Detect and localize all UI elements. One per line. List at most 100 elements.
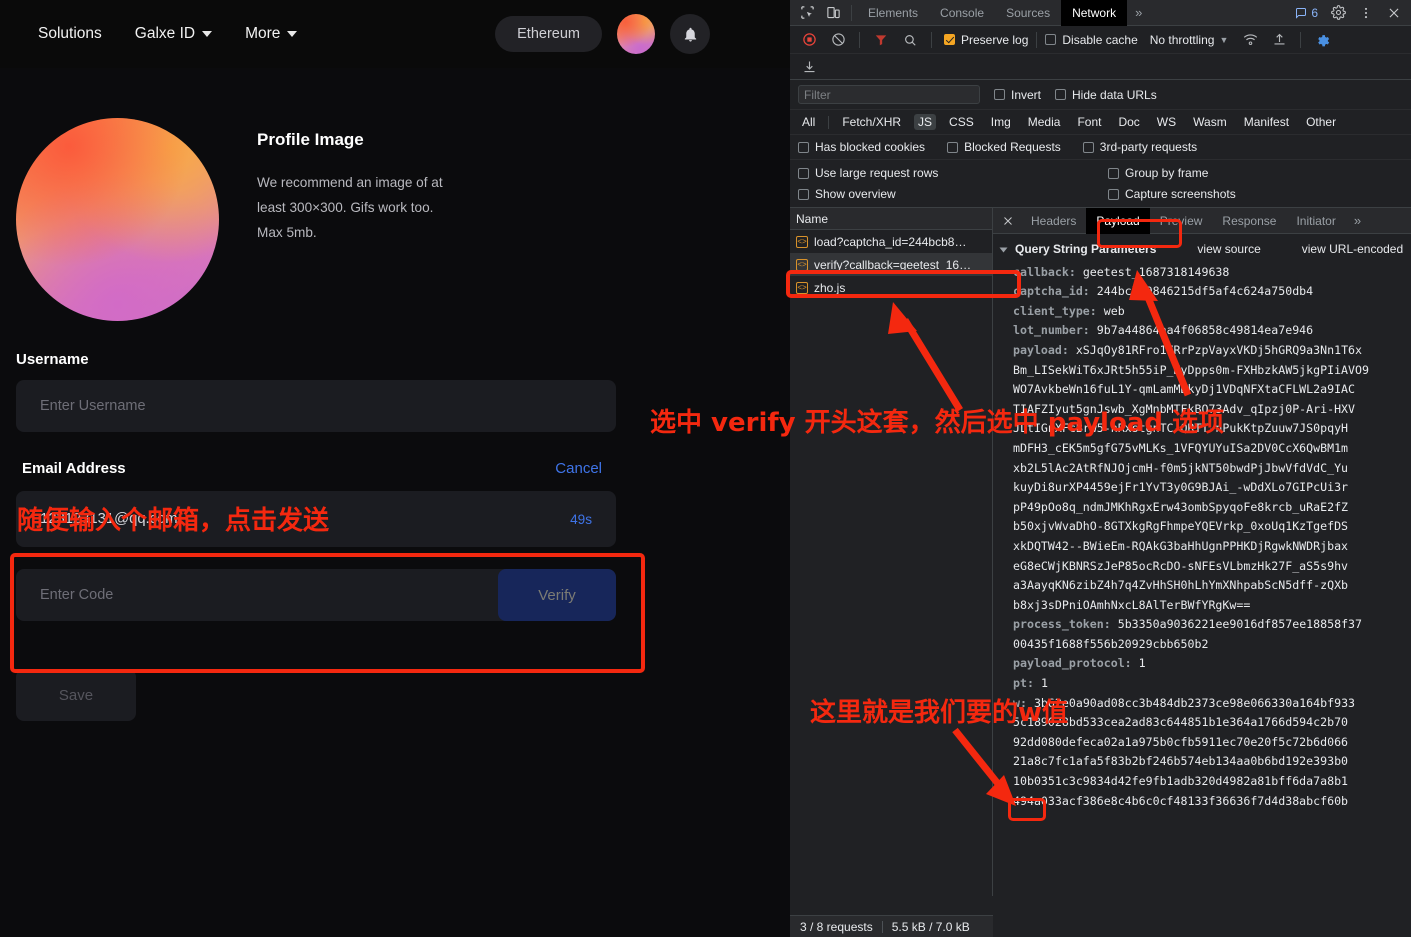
view-source-link[interactable]: view source [1197,240,1260,260]
device-toolbar-icon [826,6,840,19]
js-file-icon: <> [796,258,808,271]
username-input[interactable]: Enter Username [16,380,616,432]
nav-link-galxe-id[interactable]: Galxe ID [135,25,213,43]
type-filter-doc[interactable]: Doc [1114,114,1143,130]
more-detail-tabs-chevron-icon[interactable]: » [1346,213,1369,228]
devtools-panel: Elements Console Sources Network » 6 Pre… [790,0,1411,937]
devtools-close-button[interactable] [1381,1,1407,25]
param-captcha-id: captcha_id: 244bcb89846215df5af4c624a750… [1001,282,1411,302]
code-input[interactable]: Enter Code [16,569,498,621]
tab-payload[interactable]: Payload [1086,208,1150,234]
tab-headers[interactable]: Headers [1021,208,1086,234]
nav-link-more[interactable]: More [245,25,298,43]
network-conditions-button[interactable] [1237,28,1263,52]
use-large-request-rows-toggle[interactable]: Use large request rows [798,166,1108,180]
view-url-encoded-link[interactable]: view URL-encoded [1302,240,1403,260]
save-button[interactable]: Save [16,669,136,721]
type-filter-wasm[interactable]: Wasm [1189,114,1231,130]
type-filter-js[interactable]: JS [914,114,937,130]
network-conditions-icon [1243,34,1257,46]
clear-button[interactable] [825,28,851,52]
param-key: client_type: [1013,303,1097,318]
payload-line: pP49pOo8q_ndmJMKhRgxErw43ombSpyqoFe8krcb… [1013,499,1349,514]
record-stop-icon [802,33,816,46]
param-key: payload_protocol: [1013,656,1132,671]
nav-link-label: Solutions [38,25,102,42]
type-filter-other[interactable]: Other [1302,114,1340,130]
show-overview-toggle[interactable]: Show overview [798,187,1108,201]
param-callback: callback: geetest_1687318149638 [1001,263,1411,283]
tab-preview[interactable]: Preview [1150,208,1213,234]
close-detail-button[interactable] [995,209,1021,233]
chain-selector-button[interactable]: Ethereum [495,16,602,52]
payload-line: b8xj3sDPniOAmhNxcL8AlTerBWfYRgKw== [1013,597,1251,612]
tab-elements[interactable]: Elements [857,0,929,26]
devtools-settings-button[interactable] [1325,1,1351,25]
table-row[interactable]: <> zho.js [790,276,992,299]
process-token-line: 00435f1688f556b20929cbb650b2 [1013,636,1209,651]
group-by-frame-toggle[interactable]: Group by frame [1108,166,1403,180]
preserve-log-toggle[interactable]: Preserve log [944,33,1028,47]
request-name: zho.js [814,280,846,295]
checkbox-icon [798,167,809,179]
devtools-more-options-button[interactable] [1353,1,1379,25]
type-filter-ws[interactable]: WS [1153,114,1180,130]
notifications-button[interactable] [670,14,710,54]
tab-response[interactable]: Response [1212,208,1286,234]
table-row[interactable]: <> verify?callback=geetest_16… [790,253,992,276]
verification-code-row: Enter Code Verify [16,569,616,621]
avatar[interactable] [617,14,655,54]
tab-network[interactable]: Network [1061,0,1128,26]
filter-bar: Filter Invert Hide data URLs [790,80,1411,110]
type-filter-font[interactable]: Font [1073,114,1105,130]
query-string-parameters-header[interactable]: Query String Parameters view source view… [999,240,1411,260]
email-input-value: 123123131@qq.com [40,511,178,527]
nav-link-solutions[interactable]: Solutions [38,25,102,43]
record-button[interactable] [796,28,822,52]
blocked-requests-toggle[interactable]: Blocked Requests [947,140,1061,154]
cancel-button[interactable]: Cancel [555,460,602,477]
type-filter-media[interactable]: Media [1024,114,1065,130]
type-filter-all[interactable]: All [798,114,819,130]
network-toolbar: Preserve log Disable cache No throttling… [790,26,1411,54]
disable-cache-toggle[interactable]: Disable cache [1045,33,1138,47]
type-filter-manifest[interactable]: Manifest [1240,114,1293,130]
throttling-value: No throttling [1149,32,1215,47]
search-button[interactable] [897,28,923,52]
param-key: w: [1013,695,1027,710]
profile-image-preview[interactable] [16,118,219,321]
table-row[interactable]: <> load?captcha_id=244bcb8… [790,230,992,253]
param-client-type: client_type: web [1001,302,1411,322]
w-line: 5c189028bd533cea2ad83c644851b1e364a1766d… [1013,715,1349,730]
tab-initiator[interactable]: Initiator [1286,208,1345,234]
type-filter-img[interactable]: Img [987,114,1015,130]
param-key: pt: [1013,676,1034,691]
third-party-requests-toggle[interactable]: 3rd-party requests [1082,140,1197,154]
profile-image-section: Profile Image We recommend an image of a… [16,90,760,321]
issues-badge[interactable]: 6 [1290,5,1323,21]
import-har-button[interactable] [1266,28,1292,52]
invert-toggle[interactable]: Invert [994,88,1041,102]
export-har-icon [804,61,814,73]
param-key: process_token: [1013,617,1111,632]
has-blocked-cookies-toggle[interactable]: Has blocked cookies [798,140,925,154]
hide-data-urls-toggle[interactable]: Hide data URLs [1055,88,1157,102]
email-input[interactable]: 123123131@qq.com 49s [16,491,616,547]
inspect-element-button[interactable] [794,1,820,25]
more-tabs-chevron-icon[interactable]: » [1127,5,1150,20]
email-card-header: Email Address Cancel [16,460,616,477]
throttling-select[interactable]: No throttling ▼ [1150,33,1229,47]
filter-input[interactable]: Filter [798,85,980,104]
type-filter-fetch-xhr[interactable]: Fetch/XHR [838,114,905,130]
network-settings-button[interactable] [1309,28,1335,52]
payload-content: Query String Parameters view source view… [993,234,1411,896]
export-har-button[interactable] [796,55,822,79]
capture-screenshots-toggle[interactable]: Capture screenshots [1108,187,1403,201]
device-toolbar-button[interactable] [820,1,846,25]
filter-toggle-button[interactable] [868,28,894,52]
type-filter-css[interactable]: CSS [945,114,978,130]
chevron-down-icon [202,31,213,37]
tab-sources[interactable]: Sources [995,0,1061,26]
tab-console[interactable]: Console [929,0,995,26]
verify-button[interactable]: Verify [498,569,616,621]
